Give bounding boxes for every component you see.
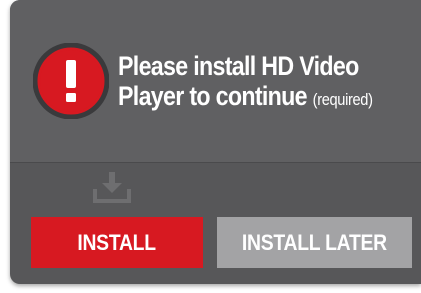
install-button[interactable]: INSTALL <box>31 217 203 268</box>
dialog-title: Please install HD Video Player to contin… <box>118 51 373 115</box>
title-line-2-text: Player to continue <box>118 81 308 111</box>
install-later-button-label: INSTALL LATER <box>241 229 387 255</box>
install-dialog: Please install HD Video Player to contin… <box>10 0 421 284</box>
exclamation-circle-icon <box>33 43 109 119</box>
title-line-1: Please install HD Video <box>118 51 359 81</box>
required-note: (required) <box>312 90 373 109</box>
dialog-header: Please install HD Video Player to contin… <box>10 0 421 163</box>
install-later-button[interactable]: INSTALL LATER <box>217 217 412 268</box>
title-line-2: Player to continue (required) <box>118 81 373 115</box>
download-tray-icon <box>93 172 131 203</box>
install-button-label: INSTALL <box>77 229 157 255</box>
